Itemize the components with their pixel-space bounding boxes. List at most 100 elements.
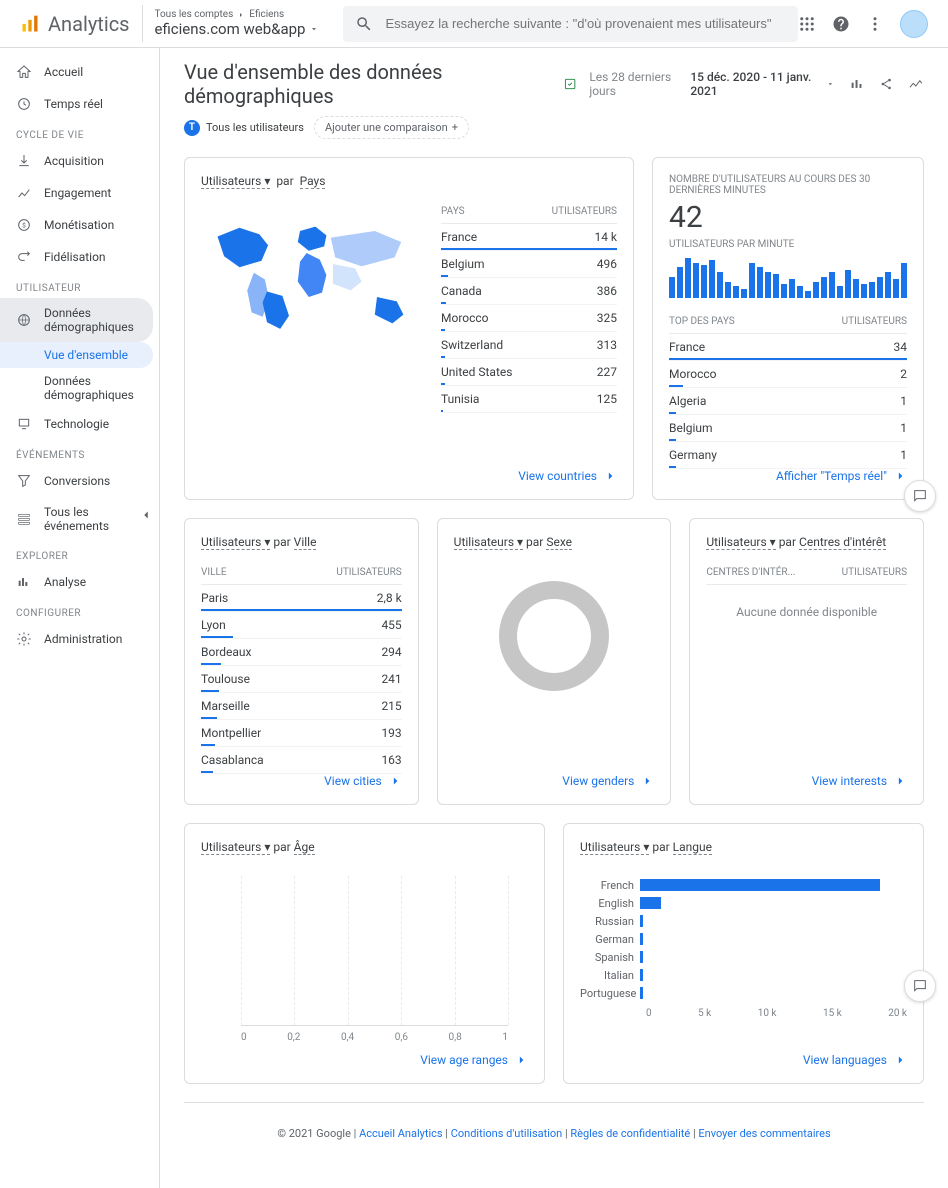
footer-link[interactable]: Conditions d'utilisation xyxy=(451,1127,563,1140)
card-realtime: NOMBRE D'UTILISATEURS AU COURS DES 30 DE… xyxy=(652,157,924,500)
table-row[interactable]: Belgium496 xyxy=(441,251,617,278)
table-row[interactable]: Germany1 xyxy=(669,442,907,469)
collapse-sidebar-button[interactable] xyxy=(139,508,153,526)
view-genders-link[interactable]: View genders xyxy=(454,774,655,788)
metric-picker[interactable]: Utilisateurs ▾ xyxy=(706,535,775,550)
main-content: Vue d'ensemble des données démographique… xyxy=(160,48,948,1188)
share-icon[interactable] xyxy=(879,75,895,93)
table-row[interactable]: Tunisia125 xyxy=(441,386,617,413)
nav-monetisation[interactable]: $Monétisation xyxy=(0,209,159,241)
footer-link[interactable]: Envoyer des commentaires xyxy=(698,1127,830,1140)
nav-all-events[interactable]: Tous les événements xyxy=(0,497,159,541)
account-switcher[interactable]: Tous les comptes Eficiens eficiens.com w… xyxy=(142,5,332,42)
table-row[interactable]: Toulouse241 xyxy=(201,666,402,693)
lang-row: Russian xyxy=(580,912,907,930)
table-row[interactable]: Lyon455 xyxy=(201,612,402,639)
metric-picker[interactable]: Utilisateurs ▾ xyxy=(454,535,523,550)
metric-picker[interactable]: Utilisateurs ▾ xyxy=(201,174,270,189)
dimension-picker[interactable]: Centres d'intérêt xyxy=(799,535,886,550)
feedback-button-2[interactable] xyxy=(904,970,936,1002)
table-row[interactable]: Morocco325 xyxy=(441,305,617,332)
search-input[interactable] xyxy=(385,16,786,31)
lang-row: Portuguese xyxy=(580,984,907,1002)
nav-demographics-overview[interactable]: Vue d'ensemble xyxy=(0,342,153,368)
logo-area[interactable]: Analytics xyxy=(8,12,142,36)
view-cities-link[interactable]: View cities xyxy=(201,774,402,788)
more-vert-icon[interactable] xyxy=(866,15,884,33)
insights-icon[interactable] xyxy=(908,75,924,93)
apps-icon[interactable] xyxy=(798,15,816,33)
table-row[interactable]: Canada386 xyxy=(441,278,617,305)
nav-demographics-detail[interactable]: Données démographiques xyxy=(0,368,159,408)
footer-link[interactable]: Accueil Analytics xyxy=(359,1127,443,1140)
language-chart: FrenchEnglishRussianGermanSpanishItalian… xyxy=(580,876,907,1002)
section-events: ÉVÉNEMENTS xyxy=(0,440,159,465)
chevron-down-icon xyxy=(826,79,835,89)
view-age-link[interactable]: View age ranges xyxy=(201,1053,528,1067)
table-row[interactable]: Bordeaux294 xyxy=(201,639,402,666)
view-languages-link[interactable]: View languages xyxy=(580,1053,907,1067)
view-interests-link[interactable]: View interests xyxy=(706,774,907,788)
metric-picker[interactable]: Utilisateurs ▾ xyxy=(201,840,270,855)
users-per-minute-sparkline xyxy=(669,258,907,298)
add-comparison-button[interactable]: Ajouter une comparaison+ xyxy=(314,116,469,139)
card-language: Utilisateurs ▾ par Langue FrenchEnglishR… xyxy=(563,823,924,1084)
table-row[interactable]: United States227 xyxy=(441,359,617,386)
table-row[interactable]: France34 xyxy=(669,334,907,361)
feedback-button-1[interactable] xyxy=(904,480,936,512)
nav-analysis[interactable]: Analyse xyxy=(0,566,159,598)
nav-home[interactable]: Accueil xyxy=(0,56,159,88)
nav-acquisition[interactable]: Acquisition xyxy=(0,145,159,177)
table-row[interactable]: Marseille215 xyxy=(201,693,402,720)
table-row[interactable]: Switzerland313 xyxy=(441,332,617,359)
realtime-users-count: 42 xyxy=(669,200,907,235)
dimension-picker[interactable]: Langue xyxy=(673,840,712,855)
table-row[interactable]: Morocco2 xyxy=(669,361,907,388)
nav-retention[interactable]: Fidélisation xyxy=(0,241,159,273)
nav-conversions[interactable]: Conversions xyxy=(0,465,159,497)
table-row[interactable]: France14 k xyxy=(441,224,617,251)
dimension-picker[interactable]: Sexe xyxy=(546,535,572,550)
account-breadcrumb: Tous les comptes Eficiens xyxy=(155,9,320,20)
chip-all-users[interactable]: TTous les utilisateurs xyxy=(184,120,304,136)
footer-link[interactable]: Règles de confidentialité xyxy=(570,1127,690,1140)
chevron-down-icon xyxy=(309,24,319,34)
section-explore: EXPLORER xyxy=(0,541,159,566)
sidebar: Accueil Temps réel CYCLE DE VIE Acquisit… xyxy=(0,48,160,1188)
view-realtime-link[interactable]: Afficher "Temps réel" xyxy=(669,469,907,483)
user-avatar[interactable] xyxy=(900,10,928,38)
page-title: Vue d'ensemble des données démographique… xyxy=(184,60,551,108)
lang-row: Spanish xyxy=(580,948,907,966)
chart-icon[interactable] xyxy=(849,75,865,93)
table-row[interactable]: Paris2,8 k xyxy=(201,585,402,612)
nav-engagement[interactable]: Engagement xyxy=(0,177,159,209)
view-countries-link[interactable]: View countries xyxy=(201,469,617,483)
footer: © 2021 Google | Accueil Analytics | Cond… xyxy=(184,1102,924,1164)
segment-chips: TTous les utilisateurs Ajouter une compa… xyxy=(184,116,924,139)
lang-row: French xyxy=(580,876,907,894)
nav-admin[interactable]: Administration xyxy=(0,623,159,655)
nav-demographics[interactable]: Données démographiques xyxy=(0,298,153,342)
nav-technology[interactable]: Technologie xyxy=(0,408,159,440)
search-bar[interactable] xyxy=(343,6,798,42)
section-lifecycle: CYCLE DE VIE xyxy=(0,120,159,145)
dimension-picker[interactable]: Ville xyxy=(294,535,317,550)
table-row[interactable]: Montpellier193 xyxy=(201,720,402,747)
lang-row: German xyxy=(580,930,907,948)
help-icon[interactable] xyxy=(832,15,850,33)
metric-picker[interactable]: Utilisateurs ▾ xyxy=(580,840,649,855)
date-range-picker[interactable]: Les 28 derniers jours 15 déc. 2020 - 11 … xyxy=(589,70,834,98)
table-row[interactable]: Algeria1 xyxy=(669,388,907,415)
table-row[interactable]: Casablanca163 xyxy=(201,747,402,774)
lang-row: Italian xyxy=(580,966,907,984)
dimension-picker[interactable]: Âge xyxy=(294,840,315,855)
customize-report-icon[interactable] xyxy=(563,76,577,92)
table-row[interactable]: Belgium1 xyxy=(669,415,907,442)
metric-picker[interactable]: Utilisateurs ▾ xyxy=(201,535,270,550)
card-city: Utilisateurs ▾ par Ville VILLEUTILISATEU… xyxy=(184,518,419,805)
dimension-picker[interactable]: Pays xyxy=(300,174,326,189)
card-gender: Utilisateurs ▾ par Sexe View genders xyxy=(437,518,672,805)
lang-row: English xyxy=(580,894,907,912)
nav-realtime[interactable]: Temps réel xyxy=(0,88,159,120)
property-name: eficiens.com web&app xyxy=(155,20,320,38)
